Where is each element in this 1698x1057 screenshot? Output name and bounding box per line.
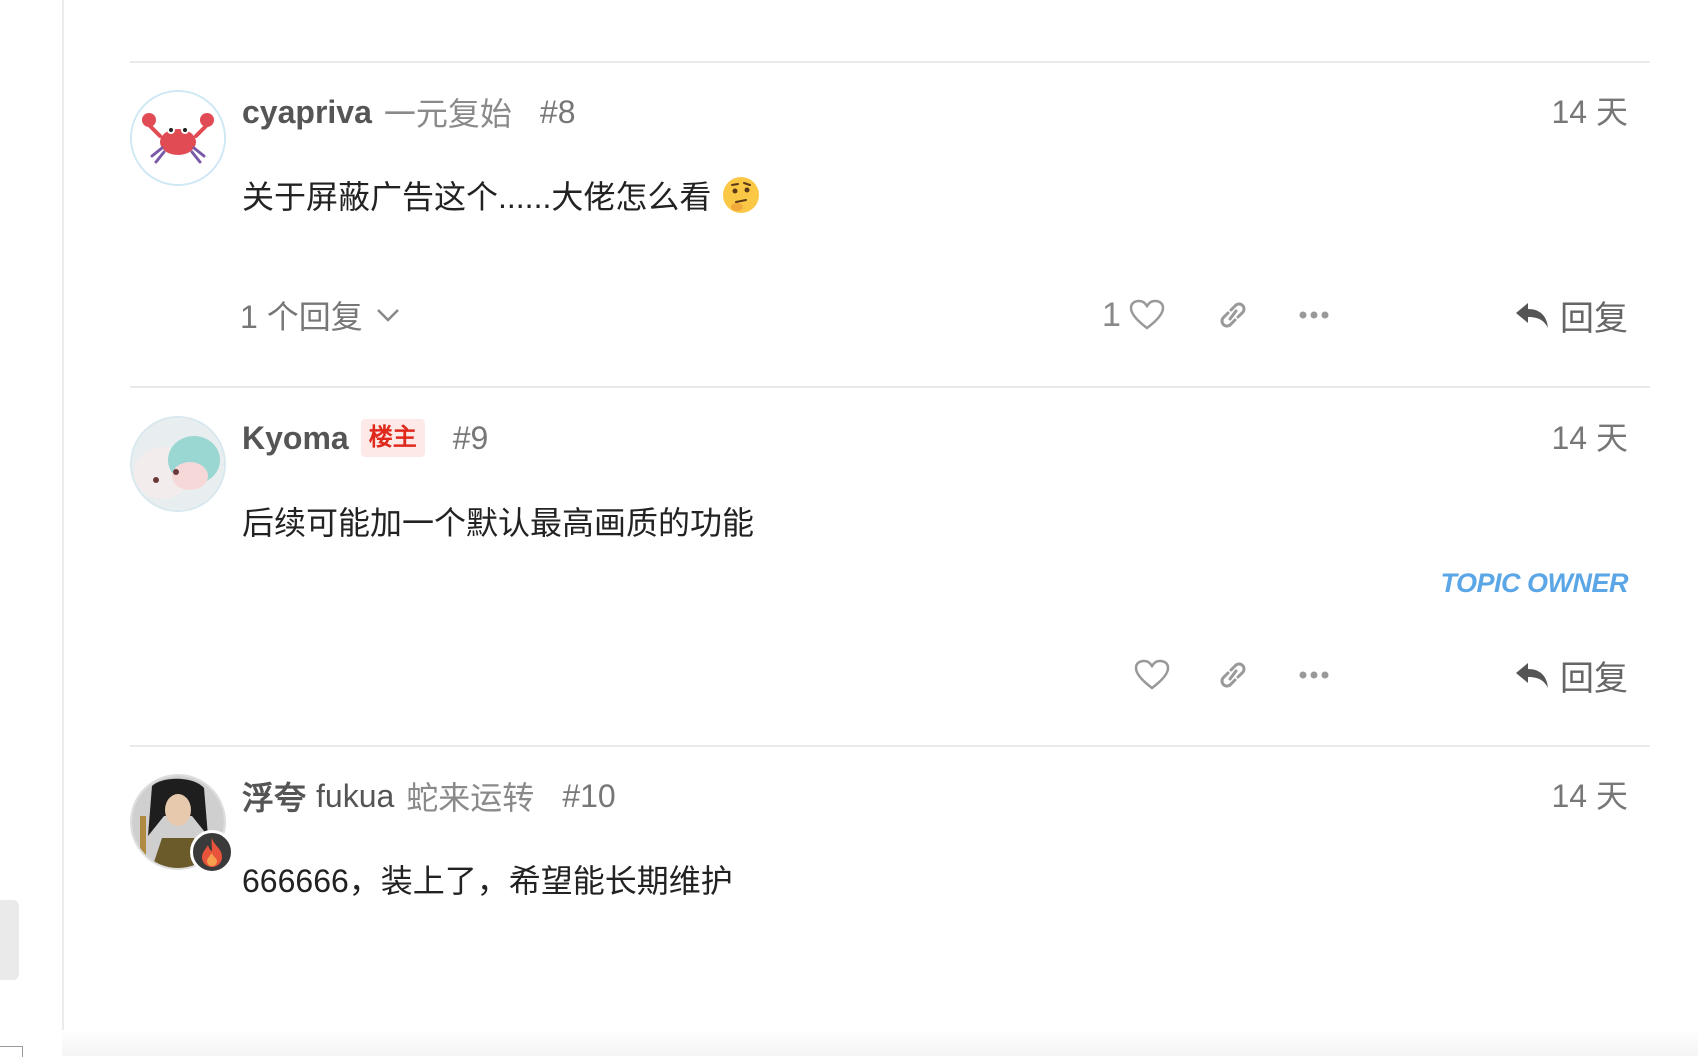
post-date[interactable]: 14 天 — [1552, 90, 1629, 134]
like-count: 1 — [1102, 295, 1121, 334]
sidebar-toggle-handle[interactable] — [0, 900, 19, 980]
avatar[interactable] — [130, 90, 226, 186]
avatar[interactable] — [130, 416, 226, 512]
post-meta: cyapriva 一元复始 #8 — [242, 90, 575, 134]
post-date[interactable]: 14 天 — [1552, 774, 1629, 818]
post-number[interactable]: #10 — [562, 778, 615, 815]
more-actions-button[interactable] — [1298, 290, 1330, 340]
username[interactable]: cyapriva — [242, 94, 372, 131]
flair-badge — [190, 830, 234, 874]
post-meta: 浮夸 fukua 蛇来运转 #10 — [242, 774, 616, 818]
post-content: 后续可能加一个默认最高画质的功能 — [242, 498, 754, 544]
post-divider — [130, 745, 1650, 747]
ellipsis-icon — [1299, 671, 1329, 679]
reply-button[interactable]: 回复 — [1514, 650, 1628, 700]
post-text: 后续可能加一个默认最高画质的功能 — [242, 505, 755, 541]
link-icon — [1220, 302, 1246, 328]
reply-arrow-icon — [1516, 663, 1548, 688]
chevron-down-icon — [376, 309, 399, 322]
ellipsis-icon — [1299, 311, 1329, 319]
heart-icon — [1134, 659, 1170, 690]
thinking-face-icon — [723, 177, 760, 213]
reply-button[interactable]: 回复 — [1514, 290, 1628, 340]
topic-stream: cyapriva 一元复始 #8 14 天 关于屏蔽广告这个......大佬怎么… — [130, 0, 1650, 1056]
link-icon — [1220, 662, 1246, 688]
post-divider — [130, 61, 1650, 63]
post-number[interactable]: #9 — [453, 420, 489, 457]
share-link-button[interactable] — [1216, 650, 1250, 700]
reply-label: 回复 — [1560, 299, 1628, 338]
topic-owner-tag: TOPIC OWNER — [1440, 568, 1628, 598]
more-actions-button[interactable] — [1298, 650, 1330, 700]
replies-toggle[interactable]: 1 个回复 — [240, 290, 401, 340]
replies-count-label: 1 个回复 — [240, 299, 363, 335]
anime-avatar-icon — [132, 418, 224, 510]
username[interactable]: fukua — [316, 778, 394, 815]
reply-label: 回复 — [1560, 659, 1628, 698]
like-button[interactable] — [1134, 650, 1170, 700]
post-text: 666666，装上了，希望能长期维护 — [242, 863, 733, 899]
post-date[interactable]: 14 天 — [1552, 416, 1629, 460]
op-badge: 楼主 — [360, 419, 425, 457]
flame-icon — [202, 838, 222, 867]
post-meta: Kyoma 楼主 #9 — [242, 416, 488, 460]
like-button[interactable]: 1 — [1102, 290, 1165, 340]
post-divider — [130, 386, 1650, 388]
post-text: 关于屏蔽广告这个......大佬怎么看 — [242, 179, 712, 215]
username[interactable]: Kyoma — [242, 420, 349, 457]
user-title: 一元复始 — [383, 96, 512, 132]
reply-arrow-icon — [1516, 303, 1548, 328]
post-content: 关于屏蔽广告这个......大佬怎么看 — [242, 172, 761, 218]
post-actions: 回复 — [130, 650, 1650, 700]
user-full-name[interactable]: 浮夸 — [242, 773, 306, 819]
left-sidebar — [0, 0, 64, 1057]
post-actions: 1 个回复 1 回复 — [130, 290, 1650, 340]
share-link-button[interactable] — [1216, 290, 1250, 340]
heart-icon — [1129, 299, 1165, 330]
previous-post-actions — [130, 0, 1650, 10]
bottom-fade — [62, 1030, 1698, 1056]
post-number[interactable]: #8 — [540, 94, 576, 131]
user-title: 蛇来运转 — [406, 780, 535, 816]
crab-avatar-icon — [132, 92, 224, 184]
post-content: 666666，装上了，希望能长期维护 — [242, 856, 733, 902]
keyboard-icon — [0, 1046, 23, 1057]
